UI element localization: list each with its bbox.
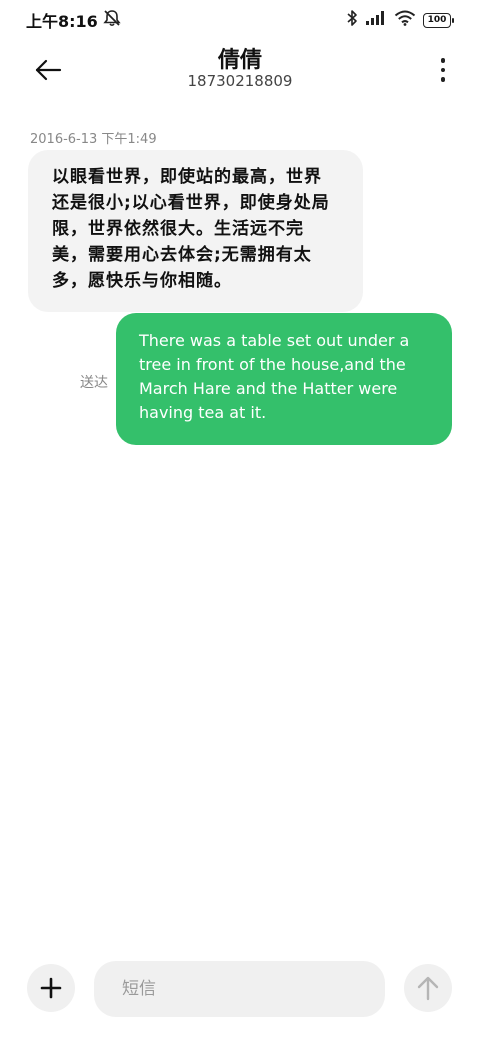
- status-left: 上午8:16: [26, 8, 122, 32]
- incoming-message-bubble[interactable]: 以眼看世界，即使站的最高，世界还是很小;以心看世界，即使身处局限，世界依然很大。…: [28, 150, 363, 312]
- add-attachment-button[interactable]: [27, 964, 75, 1012]
- battery-level: 100: [423, 12, 451, 28]
- delivery-status: 送达: [80, 375, 108, 391]
- outgoing-message-bubble[interactable]: There was a table set out under a tree i…: [116, 313, 452, 445]
- compose-bar: [0, 960, 480, 1020]
- message-timestamp: 2016-6-13 下午1:49: [30, 132, 157, 147]
- signal-icon: [365, 10, 387, 30]
- battery-icon: 100: [423, 12, 454, 28]
- messaging-screen: 上午8:16 100 倩倩 18730218809 2016-6-13 下午1:…: [0, 0, 480, 1040]
- conversation-header: 倩倩 18730218809: [0, 40, 480, 100]
- status-bar: 上午8:16 100: [0, 0, 480, 40]
- bluetooth-icon: [346, 9, 358, 31]
- wifi-icon: [394, 10, 416, 30]
- status-right: 100: [346, 9, 454, 31]
- more-options-button[interactable]: [428, 50, 458, 90]
- more-vertical-icon: [440, 58, 446, 63]
- mute-icon: [102, 9, 122, 31]
- plus-icon: [40, 977, 62, 999]
- status-time: 上午8:16: [26, 12, 98, 31]
- send-arrow-up-icon: [417, 976, 439, 1001]
- outgoing-message-text: There was a table set out under a tree i…: [139, 331, 410, 422]
- incoming-message-text: 以眼看世界，即使站的最高，世界还是很小;以心看世界，即使身处局限，世界依然很大。…: [52, 167, 330, 291]
- contact-name: 倩倩: [217, 48, 262, 73]
- contact-phone-number: 18730218809: [187, 72, 293, 90]
- message-input[interactable]: [94, 961, 385, 1017]
- send-button[interactable]: [404, 964, 452, 1012]
